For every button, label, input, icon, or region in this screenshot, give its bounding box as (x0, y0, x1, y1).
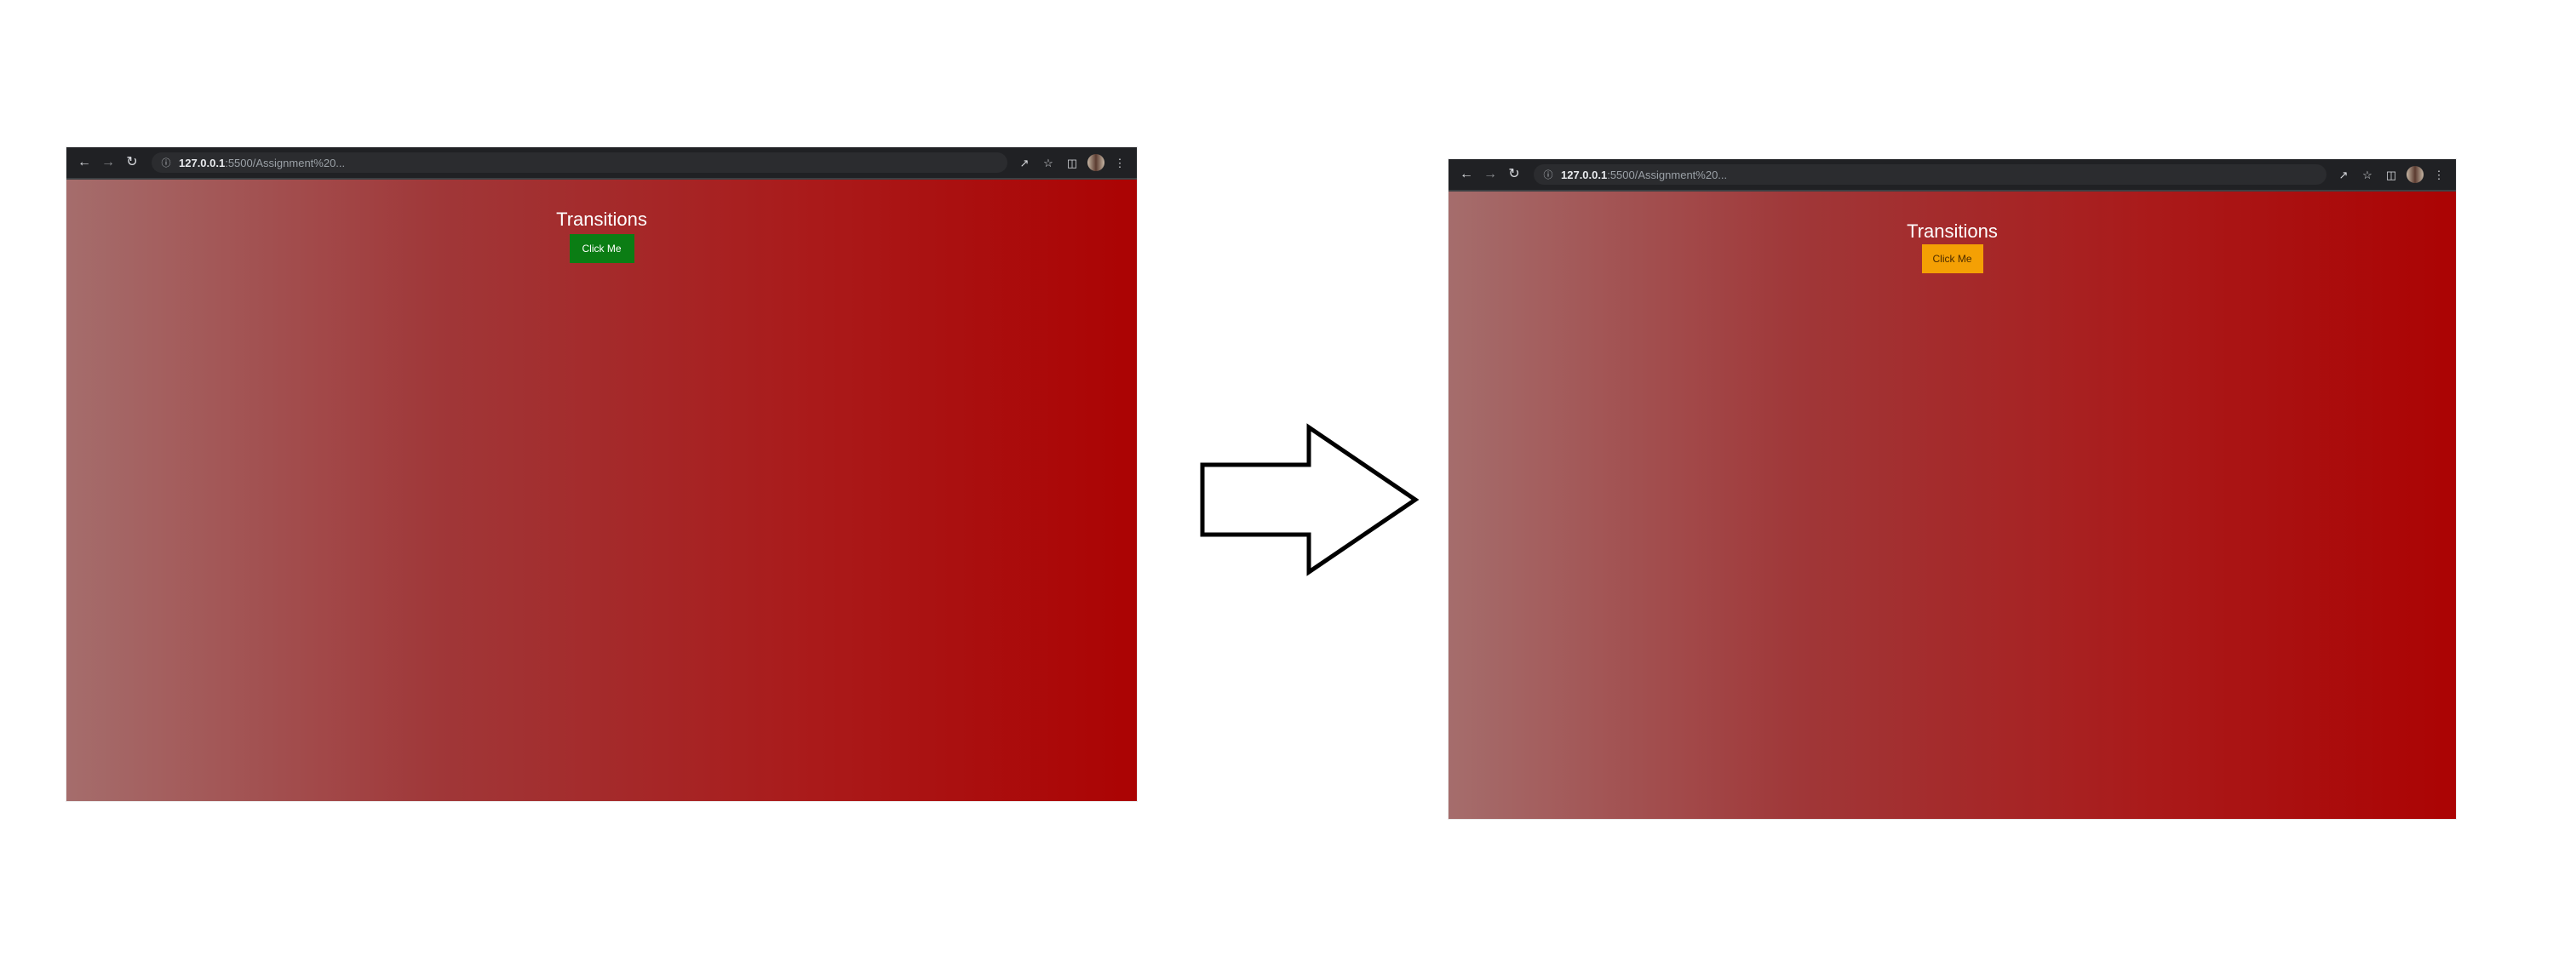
share-icon[interactable]: ↗ (1016, 154, 1033, 171)
toolbar-actions: ↗ ☆ ◫ ⋮ (2335, 166, 2447, 183)
browser-toolbar: ← → ↻ ⓘ 127.0.0.1:5500/Assignment%20... … (1449, 159, 2456, 190)
address-bar[interactable]: ⓘ 127.0.0.1:5500/Assignment%20... (152, 152, 1007, 173)
arrow-left-icon[interactable]: ← (1457, 165, 1476, 184)
browser-window-after: ← → ↻ ⓘ 127.0.0.1:5500/Assignment%20... … (1449, 159, 2456, 819)
kebab-menu-icon[interactable]: ⋮ (1111, 154, 1128, 171)
url-path: :5500/Assignment%20... (1607, 168, 1728, 181)
browser-toolbar: ← → ↻ ⓘ 127.0.0.1:5500/Assignment%20... … (66, 147, 1137, 178)
info-icon[interactable]: ⓘ (1542, 169, 1554, 180)
page-viewport: Transitions Click Me (1449, 192, 2456, 819)
reload-icon[interactable]: ↻ (1505, 165, 1523, 184)
kebab-menu-icon[interactable]: ⋮ (2430, 166, 2447, 183)
avatar[interactable] (1087, 154, 1104, 171)
side-panel-icon[interactable]: ◫ (1064, 154, 1081, 171)
arrow-left-icon[interactable]: ← (75, 153, 94, 172)
address-bar[interactable]: ⓘ 127.0.0.1:5500/Assignment%20... (1534, 164, 2326, 185)
click-me-button[interactable]: Click Me (1921, 244, 1983, 273)
arrow-right-icon[interactable]: → (1481, 165, 1500, 184)
url-host: 127.0.0.1 (179, 156, 226, 169)
url-host: 127.0.0.1 (1561, 168, 1608, 181)
page-title: Transitions (1907, 220, 1998, 242)
page-title: Transitions (556, 209, 647, 230)
toolbar-actions: ↗ ☆ ◫ ⋮ (1016, 154, 1128, 171)
arrow-right-icon[interactable]: → (99, 153, 118, 172)
browser-window-before: ← → ↻ ⓘ 127.0.0.1:5500/Assignment%20... … (66, 147, 1137, 801)
side-panel-icon[interactable]: ◫ (2383, 166, 2400, 183)
url-path: :5500/Assignment%20... (225, 156, 346, 169)
star-icon[interactable]: ☆ (2359, 166, 2376, 183)
star-icon[interactable]: ☆ (1040, 154, 1057, 171)
right-arrow-icon (1200, 423, 1420, 576)
avatar[interactable] (2407, 166, 2424, 183)
share-icon[interactable]: ↗ (2335, 166, 2352, 183)
click-me-button[interactable]: Click Me (569, 234, 634, 263)
info-icon[interactable]: ⓘ (160, 157, 172, 169)
comparison-stage: ← → ↻ ⓘ 127.0.0.1:5500/Assignment%20... … (0, 0, 2576, 973)
reload-icon[interactable]: ↻ (123, 153, 141, 172)
page-viewport: Transitions Click Me (66, 180, 1137, 801)
